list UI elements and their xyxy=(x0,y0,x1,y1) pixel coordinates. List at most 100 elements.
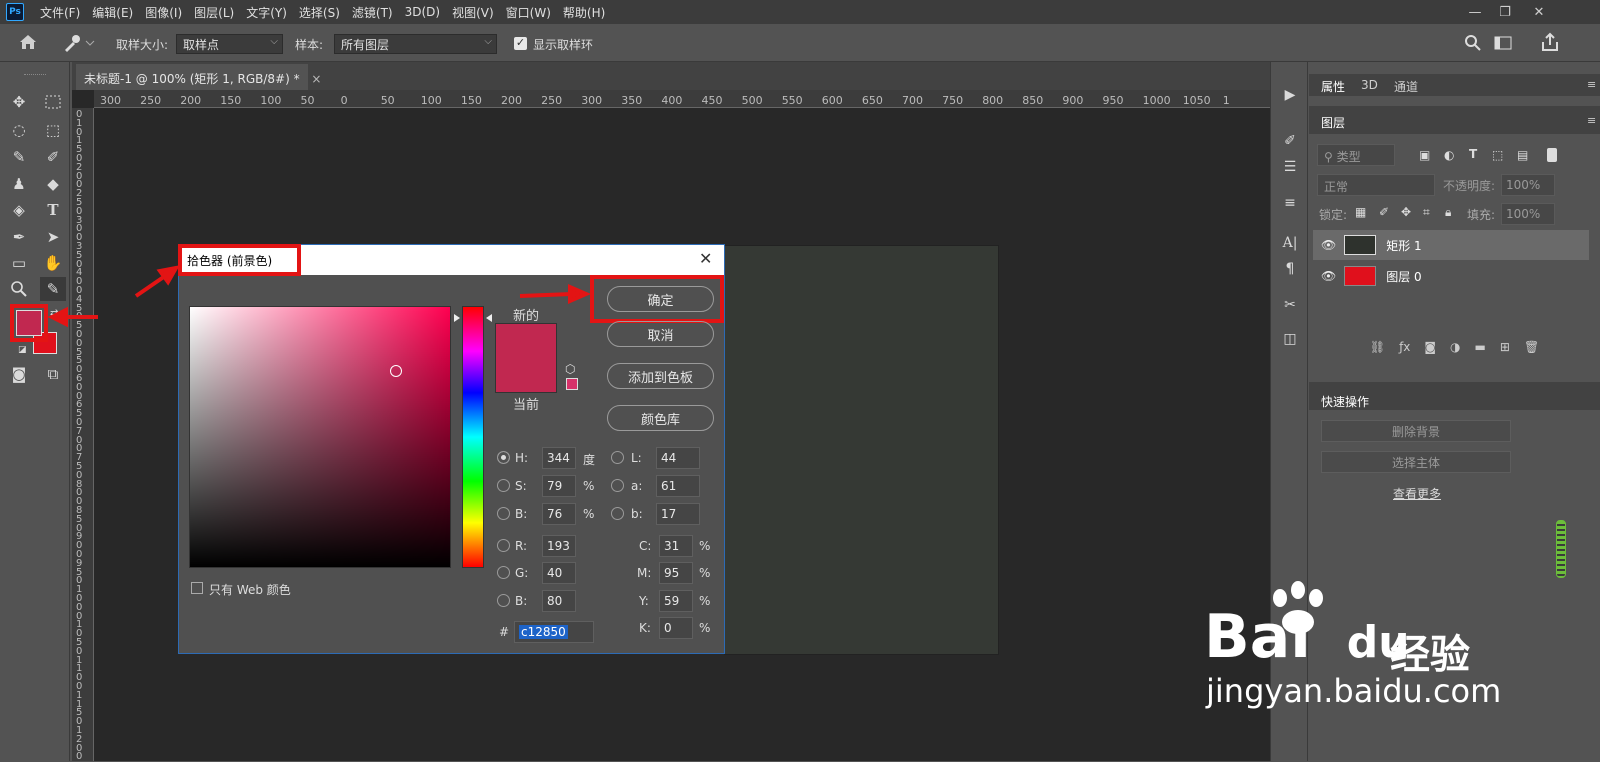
lock-all-icon[interactable]: 🔒︎ xyxy=(1445,205,1451,220)
share-icon[interactable] xyxy=(1540,32,1562,54)
menu-filter[interactable]: 滤镜(T) xyxy=(346,4,399,21)
sample-select[interactable]: 所有图层 ⌵ xyxy=(334,34,497,54)
eyedropper-tool-icon[interactable]: ✎ xyxy=(40,277,66,301)
quick-actions-title[interactable]: 快速操作 xyxy=(1321,393,1369,410)
input-l[interactable]: 44 xyxy=(656,447,700,469)
visibility-eye-icon[interactable]: 👁︎ xyxy=(1321,238,1336,252)
fx-icon[interactable]: ƒx xyxy=(1399,340,1410,354)
document-tab[interactable]: 未标题-1 @ 100% (矩形 1, RGB/8#) * × xyxy=(76,64,321,90)
hand-tool-icon[interactable]: ✋ xyxy=(40,251,66,275)
color-cursor[interactable] xyxy=(390,365,402,377)
menu-help[interactable]: 帮助(H) xyxy=(557,4,611,21)
input-h[interactable]: 344 xyxy=(542,447,576,469)
radio-l[interactable] xyxy=(611,451,624,464)
layer-name[interactable]: 矩形 1 xyxy=(1386,237,1421,254)
see-more-link[interactable]: 查看更多 xyxy=(1393,485,1441,502)
adjustment-layer-icon[interactable]: ◑ xyxy=(1450,340,1460,354)
remove-background-button[interactable]: 删除背景 xyxy=(1321,420,1511,442)
input-lab-b[interactable]: 17 xyxy=(656,503,700,525)
marquee-tool-icon[interactable] xyxy=(40,90,66,114)
rectangle-tool-icon[interactable]: ▭ xyxy=(6,251,32,275)
canvas-document[interactable] xyxy=(724,245,999,655)
hue-marker-left-icon[interactable] xyxy=(454,314,460,322)
close-window-icon[interactable]: ✕ xyxy=(1524,0,1554,24)
zoom-tool-icon[interactable] xyxy=(6,277,32,301)
eraser-tool-icon[interactable]: ◆ xyxy=(40,172,66,196)
quick-mask-icon[interactable]: ◙ xyxy=(6,362,32,386)
hex-input[interactable]: c12850 xyxy=(514,621,594,643)
brush-settings-icon[interactable]: ✐ xyxy=(1271,128,1309,154)
layer-name[interactable]: 图层 0 xyxy=(1386,268,1421,285)
menu-edit[interactable]: 编辑(E) xyxy=(86,4,139,21)
input-a[interactable]: 61 xyxy=(656,475,700,497)
radio-g[interactable] xyxy=(497,566,510,579)
layer-row-rect1[interactable]: 👁︎ 矩形 1 xyxy=(1313,230,1589,260)
character-icon[interactable]: A| xyxy=(1271,230,1309,256)
radio-s[interactable] xyxy=(497,479,510,492)
fill-input[interactable]: 100% xyxy=(1501,203,1555,225)
tab-properties[interactable]: 属性 xyxy=(1321,78,1345,95)
radio-lab-b[interactable] xyxy=(611,507,624,520)
select-subject-button[interactable]: 选择主体 xyxy=(1321,451,1511,473)
lock-artboard-icon[interactable]: ⌗ xyxy=(1423,205,1430,220)
paragraph-icon[interactable]: ¶ xyxy=(1271,256,1309,282)
object-select-tool-icon[interactable]: ⬚ xyxy=(40,118,66,142)
filter-pixel-icon[interactable]: ▣ xyxy=(1419,148,1430,162)
input-s[interactable]: 79 xyxy=(542,475,576,497)
properties-icon[interactable]: ≡ xyxy=(1271,190,1309,216)
layers-menu-icon[interactable]: ≡ xyxy=(1587,114,1596,127)
home-icon[interactable] xyxy=(18,33,40,53)
menu-select[interactable]: 选择(S) xyxy=(293,4,346,21)
menu-type[interactable]: 文字(Y) xyxy=(240,4,293,21)
workspace-icon[interactable] xyxy=(1494,34,1514,54)
lasso-tool-icon[interactable]: ◌ xyxy=(6,118,32,142)
eyedropper-preset-icon[interactable] xyxy=(62,33,98,53)
input-c[interactable]: 31 xyxy=(659,535,693,557)
delete-layer-icon[interactable]: 🗑︎ xyxy=(1524,340,1539,354)
saturation-brightness-field[interactable] xyxy=(189,306,451,568)
filter-toggle-icon[interactable] xyxy=(1547,148,1557,162)
paint-bucket-tool-icon[interactable]: ◈ xyxy=(6,198,32,222)
input-g[interactable]: 40 xyxy=(542,562,576,584)
tab-channels[interactable]: 通道 xyxy=(1394,78,1418,95)
add-mask-icon[interactable]: ◙ xyxy=(1424,340,1436,354)
link-layers-icon[interactable]: ⛓︎ xyxy=(1370,340,1385,354)
history-icon[interactable]: ▶ xyxy=(1271,82,1309,108)
lock-position-icon[interactable]: ✥ xyxy=(1401,205,1411,219)
filter-shape-icon[interactable]: ⬚ xyxy=(1492,148,1503,162)
blend-mode-select[interactable]: 正常 xyxy=(1317,174,1435,196)
cancel-button[interactable]: 取消 xyxy=(607,321,714,347)
filter-smart-icon[interactable]: ▤ xyxy=(1517,148,1528,162)
panel-menu-icon[interactable]: ≡ xyxy=(1587,78,1596,91)
radio-a[interactable] xyxy=(611,479,624,492)
eyedropper-sample-tool-icon[interactable]: ✎ xyxy=(6,145,32,169)
swap-colors-icon[interactable]: ⇄ xyxy=(50,308,58,319)
color-libraries-button[interactable]: 颜色库 xyxy=(607,405,714,431)
search-icon[interactable] xyxy=(1464,34,1484,54)
screen-mode-icon[interactable]: ⧉ xyxy=(40,362,66,386)
group-folder-icon[interactable]: ▬ xyxy=(1475,340,1486,354)
input-k[interactable]: 0 xyxy=(659,617,693,639)
menu-view[interactable]: 视图(V) xyxy=(446,4,500,21)
new-layer-icon[interactable]: ⊞ xyxy=(1500,340,1510,354)
menu-layer[interactable]: 图层(L) xyxy=(188,4,240,21)
layer-kind-filter[interactable]: ⚲ 类型 xyxy=(1317,144,1395,166)
restore-icon[interactable]: ❐ xyxy=(1490,0,1520,24)
toolbox-grip[interactable] xyxy=(24,74,46,76)
radio-h[interactable] xyxy=(497,451,510,464)
input-blue[interactable]: 80 xyxy=(542,590,576,612)
minimize-icon[interactable]: — xyxy=(1460,0,1490,24)
move-tool-icon[interactable]: ✥ xyxy=(6,90,32,114)
menu-file[interactable]: 文件(F) xyxy=(34,4,86,21)
close-tab-icon[interactable]: × xyxy=(311,72,321,86)
glyphs-icon[interactable]: ◫ xyxy=(1271,326,1309,352)
add-to-swatches-button[interactable]: 添加到色板 xyxy=(607,363,714,389)
default-colors-icon[interactable]: ◪ xyxy=(18,345,28,355)
path-select-tool-icon[interactable]: ➤ xyxy=(40,225,66,249)
radio-b[interactable] xyxy=(497,507,510,520)
layer-row-layer0[interactable]: 👁︎ 图层 0 xyxy=(1313,261,1589,291)
filter-adjust-icon[interactable]: ◐ xyxy=(1444,148,1454,162)
opacity-input[interactable]: 100% xyxy=(1501,174,1555,196)
web-only-checkbox[interactable] xyxy=(191,582,203,594)
input-m[interactable]: 95 xyxy=(659,562,693,584)
